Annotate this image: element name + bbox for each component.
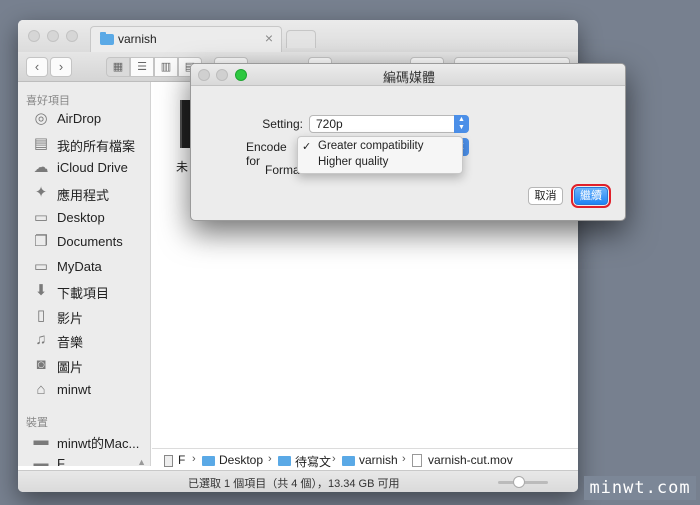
sidebar-item-movies[interactable]: ▯ 影片 xyxy=(32,306,150,328)
menu-item-greater-compatibility[interactable]: ✓ Greater compatibility xyxy=(298,139,464,155)
folder-icon: ▭ xyxy=(33,258,49,275)
chevron-updown-icon: ▲▼ xyxy=(454,115,469,133)
cancel-button[interactable]: 取消 xyxy=(528,187,563,205)
status-text: 已選取 1 個項目（共 4 個），13.34 GB 可用 xyxy=(188,478,400,490)
path-separator: › xyxy=(402,453,406,465)
setting-value: 720p xyxy=(316,117,343,131)
path-bar: F › Desktop › 待寫文 › varnish › varnish-cu… xyxy=(152,448,578,470)
sidebar-item-icloud-drive[interactable]: ☁ iCloud Drive xyxy=(32,158,150,180)
sidebar-item-label: minwt xyxy=(57,382,91,397)
sidebar-item-music[interactable]: ♫ 音樂 xyxy=(32,330,150,352)
sidebar-item-label: 應用程式 xyxy=(57,188,110,203)
sidebar-item-pictures[interactable]: ◙ 圖片 xyxy=(32,355,150,377)
menu-item-label: Greater compatibility xyxy=(318,140,424,152)
sidebar-item-label: 下載項目 xyxy=(57,286,110,301)
encode-media-dialog: 編碼媒體 Setting: 720p ▲▼ Encode for ▲▼ Form… xyxy=(190,63,626,221)
sidebar-item-label: MyData xyxy=(57,259,102,274)
cloud-icon: ☁ xyxy=(33,159,49,176)
sidebar-item-applications[interactable]: ✦ 應用程式 xyxy=(32,183,150,205)
sidebar-item-mydata[interactable]: ▭ MyData xyxy=(32,257,150,279)
film-icon: ▯ xyxy=(36,307,46,324)
sidebar-item-downloads[interactable]: ⬇ 下載項目 xyxy=(32,281,150,303)
path-separator: › xyxy=(332,453,336,465)
folder-icon xyxy=(278,456,291,466)
menu-item-higher-quality[interactable]: Higher quality xyxy=(298,155,464,171)
path-item-desktop[interactable]: Desktop xyxy=(219,453,263,467)
sidebar-item-label: AirDrop xyxy=(57,111,102,126)
sidebar-item-airdrop[interactable]: ◎ AirDrop xyxy=(32,109,150,131)
eject-icon[interactable]: ▲ xyxy=(137,457,146,466)
airdrop-icon: ◎ xyxy=(34,110,48,127)
setting-label: Setting: xyxy=(262,117,303,131)
download-icon: ⬇ xyxy=(34,282,48,299)
sidebar-item-label: 我的所有檔案 xyxy=(57,139,136,154)
sidebar-item-f-disk[interactable]: ▬ F ▲ xyxy=(32,454,150,466)
folder-icon: ▭ xyxy=(33,209,49,226)
path-item-drafts[interactable]: 待寫文 xyxy=(295,453,331,470)
path-separator: › xyxy=(192,453,196,465)
close-window-button[interactable] xyxy=(28,30,40,42)
back-button[interactable]: ‹ xyxy=(26,57,48,77)
sidebar-item-label: 圖片 xyxy=(57,360,84,375)
column-view-button[interactable]: ▥ xyxy=(154,57,178,77)
folder-icon xyxy=(100,32,114,45)
tab-title: varnish xyxy=(118,32,157,46)
zoom-window-button[interactable] xyxy=(66,30,78,42)
dialog-titlebar: 編碼媒體 xyxy=(191,64,625,86)
sidebar-item-label: 影片 xyxy=(57,311,84,326)
sidebar-item-mac-disk[interactable]: ▬ minwt的Mac... xyxy=(32,431,150,453)
favorites-header: 喜好項目 xyxy=(26,95,70,107)
folder-icon xyxy=(202,456,215,466)
sidebar-item-label: Documents xyxy=(57,234,123,249)
applications-icon: ✦ xyxy=(34,184,48,201)
camera-icon: ◙ xyxy=(36,356,46,373)
devices-header: 裝置 xyxy=(26,417,48,429)
sidebar-item-all-files[interactable]: ▤ 我的所有檔案 xyxy=(32,134,150,156)
setting-popup[interactable]: 720p ▲ ▼ xyxy=(309,115,469,133)
forward-button[interactable]: › xyxy=(50,57,72,77)
sidebar-item-documents[interactable]: ❐ Documents xyxy=(32,232,150,254)
continue-button[interactable]: 繼續 xyxy=(571,184,611,208)
sidebar: 喜好項目 ◎ AirDrop ▤ 我的所有檔案 ☁ iCloud Drive ✦… xyxy=(18,82,151,466)
sidebar-item-desktop[interactable]: ▭ Desktop xyxy=(32,208,150,230)
close-tab-icon[interactable]: × xyxy=(265,30,273,46)
checkmark-icon: ✓ xyxy=(302,141,312,153)
sidebar-item-label: 音樂 xyxy=(57,335,84,350)
status-bar: 已選取 1 個項目（共 4 個），13.34 GB 可用 xyxy=(18,470,578,492)
finder-titlebar: varnish × xyxy=(18,20,578,52)
sidebar-item-label: F xyxy=(57,456,65,466)
file-label[interactable]: 未 xyxy=(176,158,188,175)
path-item-f[interactable]: F xyxy=(178,453,185,467)
all-files-icon: ▤ xyxy=(33,135,49,152)
watermark-logo: minwt.com xyxy=(584,476,696,500)
sidebar-item-label: minwt的Mac... xyxy=(57,436,140,451)
list-view-button[interactable]: ☰ xyxy=(130,57,154,77)
icon-size-slider-knob[interactable] xyxy=(513,476,525,488)
music-icon: ♫ xyxy=(35,331,47,348)
path-separator: › xyxy=(268,453,272,465)
sidebar-item-label: Desktop xyxy=(57,210,105,225)
movie-file-icon xyxy=(412,454,422,467)
icon-view-button[interactable]: ▦ xyxy=(106,57,130,77)
new-tab-button[interactable] xyxy=(286,30,316,48)
minimize-window-button[interactable] xyxy=(47,30,59,42)
home-icon: ⌂ xyxy=(36,381,46,398)
disk-icon: ▬ xyxy=(33,432,49,449)
path-item-varnish[interactable]: varnish xyxy=(359,453,398,467)
path-item-file[interactable]: varnish-cut.mov xyxy=(428,453,513,467)
sidebar-item-label: iCloud Drive xyxy=(57,160,128,175)
folder-icon xyxy=(342,456,355,466)
encode-for-menu: ✓ Greater compatibility Higher quality xyxy=(297,136,463,174)
dialog-title: 編碼媒體 xyxy=(382,70,435,85)
disk-icon xyxy=(164,455,173,467)
disk-icon: ▬ xyxy=(33,455,49,466)
sidebar-item-home[interactable]: ⌂ minwt xyxy=(32,380,150,402)
tab-varnish[interactable]: varnish × xyxy=(90,26,282,52)
menu-item-label: Higher quality xyxy=(318,156,389,168)
document-icon: ❐ xyxy=(34,233,48,250)
